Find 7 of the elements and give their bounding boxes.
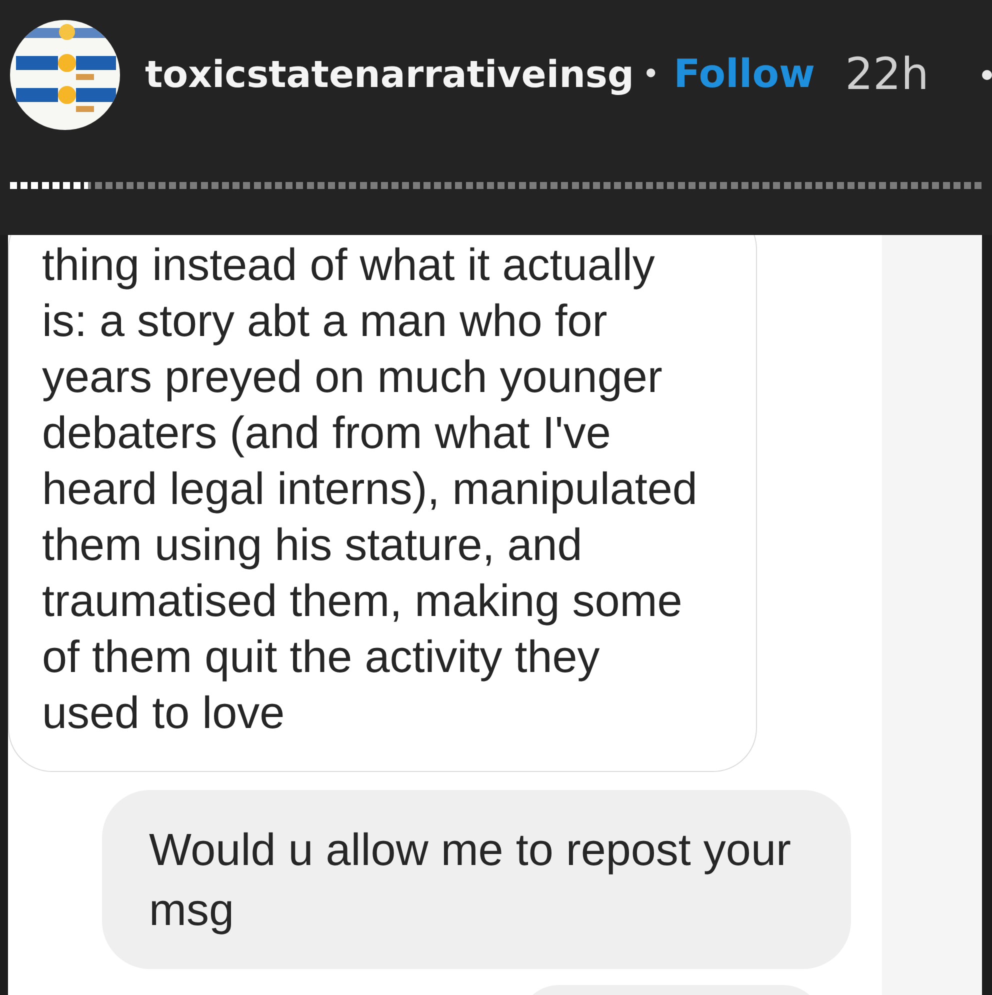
message-text: Would u allow me to repost your msg <box>149 823 792 937</box>
separator-dot: • <box>642 57 660 93</box>
message-text: thing instead of what it actually is: a story abt a man who for years preyed on much younger debaters (and from what I've heard legal interns), manipulated them using his stature, and traumatised them, making some of them quit the activity they used to love <box>42 238 698 740</box>
post-time: 22h <box>845 48 929 102</box>
username-link[interactable]: toxicstatenarrativeinsg <box>145 52 634 98</box>
more-dot-icon[interactable] <box>982 70 992 80</box>
follow-button[interactable]: Follow <box>674 52 816 98</box>
